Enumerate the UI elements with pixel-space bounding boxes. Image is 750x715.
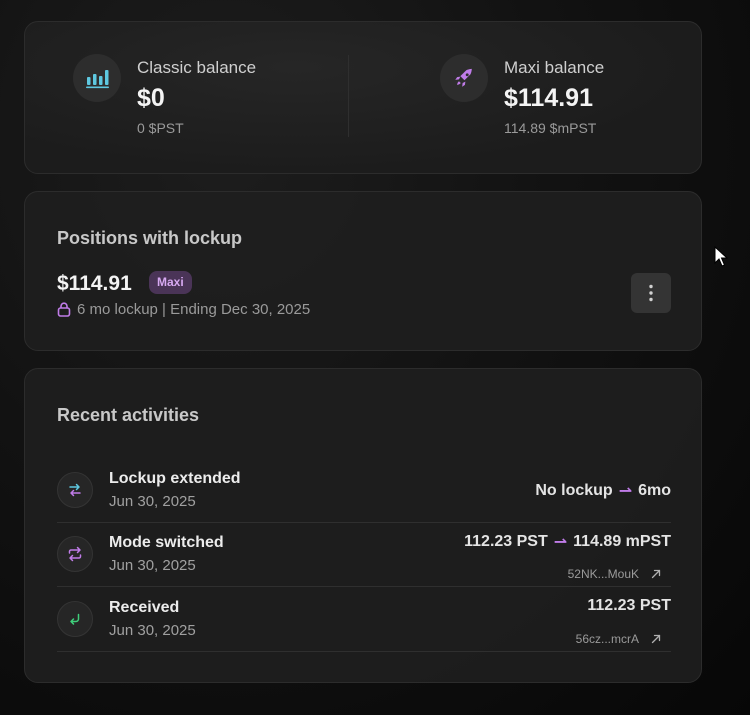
arrow-right-icon: ⇀ <box>618 483 633 500</box>
activity-amount-value: 112.23 PST <box>587 597 671 614</box>
classic-balance-title: Classic balance <box>137 58 257 77</box>
activity-to: 114.89 mPST <box>573 533 671 550</box>
activity-to: 6mo <box>638 482 671 499</box>
transfer-arrows-icon <box>57 472 93 508</box>
external-link-icon <box>651 634 661 644</box>
position-menu-button[interactable] <box>631 273 671 313</box>
activity-amount: 112.23 PST <box>587 597 671 615</box>
activity-date: Jun 30, 2025 <box>109 493 196 510</box>
activity-date: Jun 30, 2025 <box>109 557 196 574</box>
more-vertical-icon <box>649 284 653 302</box>
activity-title: Received <box>109 599 180 616</box>
activity-from: No lockup <box>535 482 613 499</box>
positions-card: Positions with lockup $114.91 Maxi 6 mo … <box>24 191 702 351</box>
external-link-icon <box>651 569 661 579</box>
activities-title: Recent activities <box>57 405 200 425</box>
activity-change: 112.23 PST ⇀ 114.89 mPST <box>464 532 671 552</box>
activities-card: Recent activities Lockup extended Jun 30… <box>24 368 702 683</box>
position-lockup-info: 6 mo lockup | Ending Dec 30, 2025 <box>57 301 310 318</box>
balance-divider <box>348 55 349 137</box>
receive-arrow-icon <box>57 601 93 637</box>
balances-card: Classic balance $0 0 $PST Maxi balance $… <box>24 21 702 174</box>
activity-row[interactable]: Received Jun 30, 2025 112.23 PST 56cz...… <box>57 587 671 652</box>
swap-icon <box>57 536 93 572</box>
activity-row[interactable]: Lockup extended Jun 30, 2025 No lockup ⇀… <box>57 458 671 523</box>
tx-link[interactable]: 56cz...mcrA <box>576 632 661 646</box>
positions-title: Positions with lockup <box>57 228 243 248</box>
rocket-icon <box>440 54 488 102</box>
activity-row[interactable]: Mode switched Jun 30, 2025 112.23 PST ⇀ … <box>57 522 671 587</box>
activity-date: Jun 30, 2025 <box>109 622 196 639</box>
activity-change: No lockup ⇀ 6mo <box>535 481 671 501</box>
maxi-balance-sub: 114.89 $mPST <box>504 120 597 136</box>
mouse-cursor-icon <box>714 245 729 273</box>
position-mode-badge: Maxi <box>149 271 192 294</box>
activity-from: 112.23 PST <box>464 533 548 550</box>
arrow-right-icon: ⇀ <box>553 534 568 551</box>
lock-icon <box>57 302 71 317</box>
tx-hash: 56cz...mcrA <box>575 632 639 646</box>
classic-balance-value: $0 <box>137 84 165 112</box>
lockup-text: 6 mo lockup | Ending Dec 30, 2025 <box>77 301 311 318</box>
maxi-balance-title: Maxi balance <box>504 58 605 77</box>
tx-hash: 52NK...MouK <box>567 567 639 581</box>
activity-title: Lockup extended <box>109 470 241 487</box>
bar-chart-icon <box>73 54 121 102</box>
maxi-balance-value: $114.91 <box>504 84 593 112</box>
tx-link[interactable]: 52NK...MouK <box>568 567 661 581</box>
activity-title: Mode switched <box>109 534 224 551</box>
position-amount: $114.91 <box>57 272 132 295</box>
classic-balance-sub: 0 $PST <box>137 120 184 136</box>
